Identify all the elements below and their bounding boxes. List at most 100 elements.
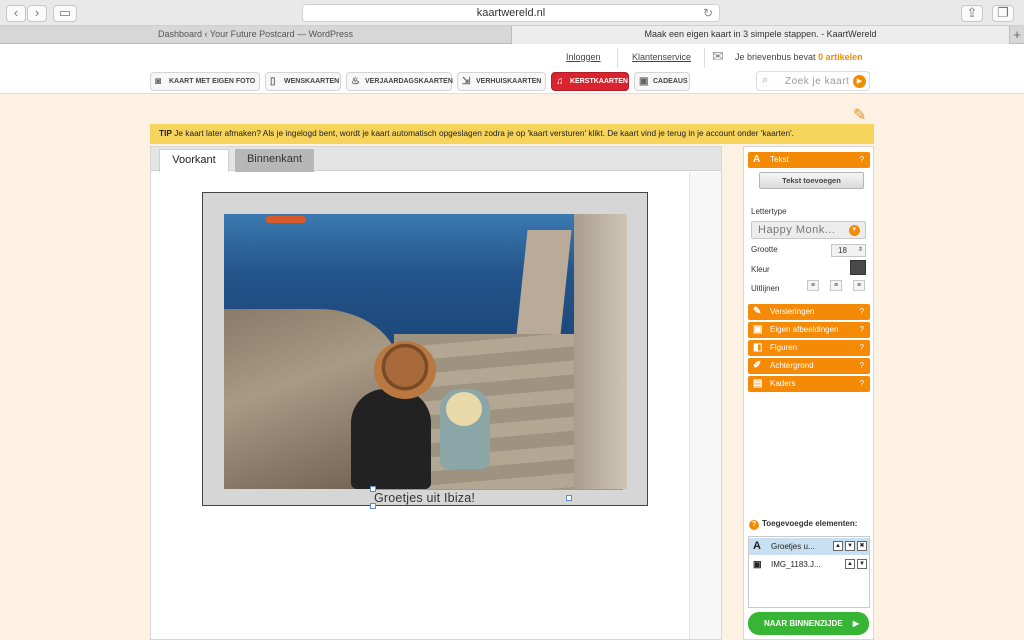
gift-icon: ▣ <box>639 76 649 87</box>
card-caption-text[interactable]: Groetjes uit Ibiza! <box>373 489 623 506</box>
move-down-icon[interactable]: ▼ <box>845 541 855 551</box>
added-elements-label: Toegevoegde elementen: <box>762 519 858 528</box>
section-label: Tekst <box>770 155 789 164</box>
resize-handle[interactable] <box>566 495 572 501</box>
help-icon[interactable]: ? <box>860 152 864 168</box>
own-images-section[interactable]: ▣ Eigen afbeeldingen ? <box>748 322 870 338</box>
tabs-overview-icon[interactable]: ❐ <box>992 5 1014 22</box>
shapes-icon: ◧ <box>753 342 763 353</box>
tip-label: TIP <box>159 128 172 138</box>
category-greeting-cards[interactable]: ▯ WENSKAARTEN <box>265 72 341 91</box>
category-label: KERSTKAARTEN <box>570 78 628 85</box>
url-text: kaartwereld.nl <box>476 7 546 19</box>
move-down-icon[interactable]: ▼ <box>857 559 867 569</box>
size-value: 18 <box>838 246 847 255</box>
tools-panel: A Tekst ? Tekst toevoegen Lettertype Hap… <box>743 146 874 640</box>
tab-inside[interactable]: Binnenkant <box>235 149 314 172</box>
search-go-icon[interactable]: ▶ <box>853 75 866 88</box>
photo-person <box>351 389 431 489</box>
next-button-label: NAAR BINNENZIJDE <box>764 619 843 628</box>
move-up-icon[interactable]: ▲ <box>845 559 855 569</box>
site-top-bar: Inloggen Klantenservice ✉ Je brievenbus … <box>0 44 1024 70</box>
help-icon[interactable]: ? <box>860 322 864 338</box>
category-label: WENSKAARTEN <box>284 78 340 85</box>
resize-handle[interactable] <box>370 486 376 492</box>
element-label: IMG_1183.J... <box>771 560 821 569</box>
share-icon[interactable]: ⇪ <box>961 5 983 22</box>
browser-tab-bar: Dashboard ‹ Your Future Postcard — WordP… <box>0 26 1024 44</box>
trash-icon[interactable]: ✖ <box>857 541 867 551</box>
section-label: Figuren <box>770 343 798 352</box>
editor-scrollbar[interactable] <box>689 172 721 639</box>
category-moving-cards[interactable]: ⇲ VERHUISKAARTEN <box>457 72 546 91</box>
element-label: Groetjes u... <box>771 542 815 551</box>
search-icon: ⌕ <box>762 74 769 86</box>
font-value: Happy Monk... <box>758 224 836 236</box>
tip-text: Je kaart later afmaken? Als je ingelogd … <box>174 128 794 138</box>
align-right-icon[interactable]: ≡ <box>853 280 865 291</box>
stepper-arrows-icon[interactable]: ⇕ <box>858 245 863 256</box>
chevron-down-icon: ▼ <box>849 225 860 236</box>
category-photo-cards[interactable]: ◙ KAART MET EIGEN FOTO <box>150 72 260 91</box>
sidebar-toggle-icon[interactable]: ▭ <box>53 5 77 22</box>
help-icon[interactable]: ? <box>860 340 864 356</box>
text-section-header[interactable]: A Tekst ? <box>748 152 870 168</box>
camera-icon: ◙ <box>155 76 162 87</box>
move-up-icon[interactable]: ▲ <box>833 541 843 551</box>
tab-front[interactable]: Voorkant <box>159 149 229 172</box>
list-item[interactable]: A Groetjes u... ▲ ▼ ✖ <box>749 538 869 555</box>
brush-icon: ✎ <box>753 306 762 317</box>
new-tab-icon[interactable]: + <box>1009 26 1024 44</box>
address-bar[interactable]: kaartwereld.nl ↻ <box>302 4 720 22</box>
help-icon[interactable]: ? <box>860 376 864 392</box>
category-label: VERJAARDAGSKAARTEN <box>365 78 453 85</box>
frames-section[interactable]: ▤ Kaders ? <box>748 376 870 392</box>
customer-service-link[interactable]: Klantenservice <box>632 52 691 62</box>
add-text-button[interactable]: Tekst toevoegen <box>759 172 864 189</box>
align-left-icon[interactable]: ≡ <box>807 280 819 291</box>
mailbox-text: Je brievenbus bevat <box>735 52 816 62</box>
help-icon[interactable]: ? <box>860 304 864 320</box>
photo-wall <box>574 214 627 489</box>
pushpin-icon: ✎ <box>853 107 867 124</box>
bell-icon: ♫ <box>556 76 564 87</box>
font-select[interactable]: Happy Monk... ▼ <box>751 221 866 239</box>
reload-icon[interactable]: ↻ <box>703 5 713 21</box>
card-canvas: Groetjes uit Ibiza! <box>202 192 648 509</box>
resize-handle[interactable] <box>370 503 376 509</box>
mailbox-status[interactable]: Je brievenbus bevat 0 artikelen <box>735 52 863 62</box>
card-icon: ▯ <box>270 76 276 87</box>
photo-child-head <box>446 392 482 426</box>
login-link[interactable]: Inloggen <box>566 52 601 62</box>
frame-icon: ▤ <box>753 378 763 389</box>
category-christmas-cards[interactable]: ♫ KERSTKAARTEN <box>551 72 629 91</box>
browser-tab-kaartwereld[interactable]: Maak een eigen kaart in 3 simpele stappe… <box>512 26 1009 44</box>
list-item[interactable]: ▣ IMG_1183.J... ▲ ▼ <box>749 556 869 573</box>
mailbox-icon[interactable]: ✉ <box>712 48 724 65</box>
to-inside-button[interactable]: NAAR BINNENZIJDE ▶ <box>748 612 869 635</box>
size-stepper[interactable]: 18 ⇕ <box>831 244 866 257</box>
card-photo[interactable] <box>224 214 627 489</box>
category-label: CADEAUS <box>653 78 688 85</box>
image-icon: ▣ <box>753 324 763 335</box>
mailbox-count: 0 artikelen <box>818 52 863 62</box>
browser-tab-wordpress[interactable]: Dashboard ‹ Your Future Postcard — WordP… <box>0 26 512 44</box>
category-birthday-cards[interactable]: ♨ VERJAARDAGSKAARTEN <box>346 72 453 91</box>
category-label: VERHUISKAARTEN <box>476 78 542 85</box>
section-label: Achtergrond <box>770 361 814 370</box>
category-gifts[interactable]: ▣ CADEAUS <box>634 72 690 91</box>
shapes-section[interactable]: ◧ Figuren ? <box>748 340 870 356</box>
align-center-icon[interactable]: ≡ <box>830 280 842 291</box>
editor-tabs: Voorkant Binnenkant <box>151 147 721 172</box>
search-box[interactable]: ⌕ Zoek je kaart ▶ <box>756 71 870 91</box>
decorations-section[interactable]: ✎ Versieringen ? <box>748 304 870 320</box>
color-label: Kleur <box>751 265 770 274</box>
forward-arrow-icon[interactable]: › <box>27 5 47 22</box>
divider <box>704 48 705 68</box>
help-icon[interactable]: ? <box>749 520 759 530</box>
back-arrow-icon[interactable]: ‹ <box>6 5 26 22</box>
color-swatch[interactable] <box>850 260 866 275</box>
background-section[interactable]: ✐ Achtergrond ? <box>748 358 870 374</box>
help-icon[interactable]: ? <box>860 358 864 374</box>
move-icon: ⇲ <box>462 76 471 87</box>
